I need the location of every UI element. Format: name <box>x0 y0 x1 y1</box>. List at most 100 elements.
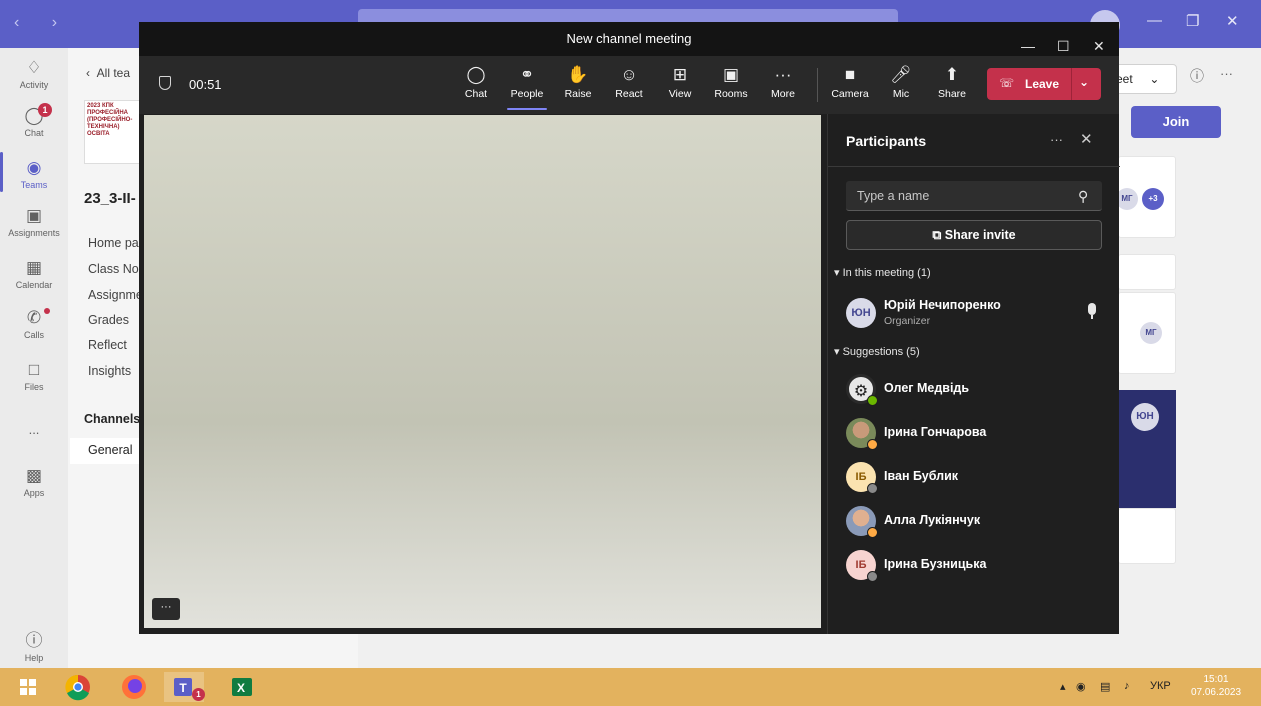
team-item-grades[interactable]: Grades <box>88 313 129 327</box>
camera-button[interactable]: ■ Camera <box>828 64 872 100</box>
start-button[interactable] <box>8 672 48 702</box>
chevron-up-icon[interactable]: ▴ <box>1060 680 1066 693</box>
participant-role: Organizer <box>884 315 931 327</box>
view-label: View <box>668 88 692 100</box>
participant-name: Ірина Гончарова <box>884 425 987 439</box>
windows-icon <box>20 679 36 695</box>
meeting-title-bar: New channel meeting — ☐ ✕ <box>139 22 1119 56</box>
more-icon: ... <box>28 422 40 437</box>
teams-badge: 1 <box>192 688 205 701</box>
chat-icon: ◯ <box>24 106 44 125</box>
system-clock[interactable]: 15:01 07.06.2023 <box>1186 673 1246 699</box>
share-label: Share <box>937 88 967 100</box>
camera-label: Camera <box>831 88 869 100</box>
more-apps-button[interactable]: ... <box>0 422 68 437</box>
help-icon: ⓘ <box>25 631 43 650</box>
app-rail: ♢ Activity ◯ 1 Chat ◉ Teams ▣ Assignment… <box>0 48 68 668</box>
firefox-taskbar-button[interactable] <box>114 672 154 702</box>
rail-label-calendar: Calendar <box>15 280 53 290</box>
chrome-taskbar-button[interactable] <box>58 672 98 702</box>
react-label: React <box>615 88 643 100</box>
rail-calendar[interactable]: ▦ Calendar <box>0 258 68 290</box>
raise-hand-button[interactable]: ✋ Raise <box>556 64 600 100</box>
calls-dot <box>44 308 50 314</box>
info-icon[interactable]: ⓘ <box>1190 66 1204 86</box>
more-participants-badge: +3 <box>1142 188 1164 210</box>
team-item-insights[interactable]: Insights <box>88 364 131 378</box>
raise-label: Raise <box>564 88 592 100</box>
excel-taskbar-button[interactable]: X <box>222 672 262 702</box>
network-icon[interactable]: ▤ <box>1100 680 1110 693</box>
rail-help[interactable]: ⓘ Help <box>0 626 68 663</box>
team-item-home[interactable]: Home pa <box>88 236 139 250</box>
excel-icon: X <box>232 678 252 696</box>
phone-icon: ✆ <box>26 308 42 327</box>
more-button[interactable]: ··· More <box>761 64 805 100</box>
shield-icon[interactable] <box>159 76 171 90</box>
suggestion-row[interactable]: Ірина Гончарова <box>846 416 1108 452</box>
suggestion-row[interactable]: ІБ Ірина Бузницька <box>846 548 1108 584</box>
post-card <box>1118 254 1176 290</box>
meeting-title: New channel meeting <box>566 31 692 46</box>
file-icon: □ <box>28 360 40 379</box>
offline-status-icon <box>867 571 878 582</box>
rail-teams[interactable]: ◉ Teams <box>0 158 68 190</box>
volume-icon[interactable]: ♪ <box>1124 680 1130 692</box>
close-icon[interactable]: ✕ <box>1226 12 1239 30</box>
rail-apps[interactable]: ▩ Apps <box>0 466 68 498</box>
team-item-reflect[interactable]: Reflect <box>88 338 127 352</box>
share-invite-button[interactable]: ⧉ Share invite <box>846 220 1102 250</box>
teams-taskbar-button[interactable]: T 1 <box>164 672 205 702</box>
suggestion-row[interactable]: ⚙ Олег Медвідь <box>846 372 1108 408</box>
team-item-assignments[interactable]: Assignme <box>88 288 143 302</box>
language-indicator[interactable]: УКР <box>1150 680 1171 692</box>
minimize-icon[interactable]: — <box>1147 12 1162 29</box>
security-tray-icon[interactable]: ◉ <box>1076 680 1086 693</box>
join-button[interactable]: Join <box>1131 106 1221 138</box>
rail-calls[interactable]: ✆ Calls <box>0 308 68 340</box>
divider <box>828 166 1120 167</box>
rail-files[interactable]: □ Files <box>0 360 68 392</box>
back-to-teams-link[interactable]: ‹ All tea <box>86 66 130 80</box>
suggestion-row[interactable]: Алла Лукіянчук <box>846 504 1108 540</box>
leave-button[interactable]: ☏ Leave ⌄ <box>987 68 1101 100</box>
away-status-icon <box>867 527 878 538</box>
share-button[interactable]: ⬆ Share <box>930 64 974 100</box>
more-options-icon[interactable]: ··· <box>1050 132 1063 147</box>
participant-row[interactable]: ЮН Юрій Нечипоренко Organizer <box>846 296 1108 332</box>
participant-name: Олег Медвідь <box>884 381 970 395</box>
participant-name: Ірина Бузницька <box>884 557 987 571</box>
participant-name: Алла Лукіянчук <box>884 513 981 527</box>
participant-search-input[interactable] <box>846 181 1102 211</box>
rail-assignments[interactable]: ▣ Assignments <box>0 206 68 238</box>
mic-button[interactable]: 🎤︎ Mic <box>879 64 923 100</box>
chevron-down-icon[interactable]: ⌄ <box>1079 75 1089 89</box>
camera-video-placeholder <box>144 115 821 628</box>
in-meeting-section-toggle[interactable]: ▾ In this meeting (1) <box>834 266 931 279</box>
more-options-icon[interactable]: ··· <box>1220 66 1233 81</box>
team-item-class-notebook[interactable]: Class No <box>88 262 139 276</box>
assignments-icon: ▣ <box>25 206 43 225</box>
view-button[interactable]: ⊞ View <box>658 64 702 100</box>
video-more-options[interactable]: ··· <box>152 598 180 620</box>
rail-chat[interactable]: ◯ 1 Chat <box>0 103 68 138</box>
bell-icon: ♢ <box>26 58 42 77</box>
search-icon[interactable]: ⚲ <box>1078 188 1088 205</box>
close-icon[interactable]: ✕ <box>1080 130 1093 148</box>
suggestions-section-toggle[interactable]: ▾ Suggestions (5) <box>834 345 920 358</box>
rooms-button[interactable]: ▣ Rooms <box>709 64 753 100</box>
svg-text:T: T <box>179 681 187 695</box>
history-nav-icons[interactable]: ‹ › <box>14 14 71 32</box>
more-icon: ··· <box>774 65 792 84</box>
suggestions-header: Suggestions (5) <box>842 346 920 358</box>
chat-button[interactable]: ◯ Chat <box>454 64 498 100</box>
react-button[interactable]: ☺ React <box>607 64 651 100</box>
meeting-toolbar: 00:51 ◯ Chat ⚭ People ✋ Raise ☺ React ⊞ … <box>139 56 1119 114</box>
people-button[interactable]: ⚭ People <box>505 64 549 110</box>
calendar-icon: ▦ <box>25 258 43 277</box>
maximize-icon[interactable]: ❐ <box>1186 12 1199 30</box>
suggestion-row[interactable]: ІБ Іван Бублик <box>846 460 1108 496</box>
video-feed[interactable]: ··· <box>144 115 821 628</box>
rail-activity[interactable]: ♢ Activity <box>0 58 68 90</box>
rail-label-calls: Calls <box>23 330 44 340</box>
